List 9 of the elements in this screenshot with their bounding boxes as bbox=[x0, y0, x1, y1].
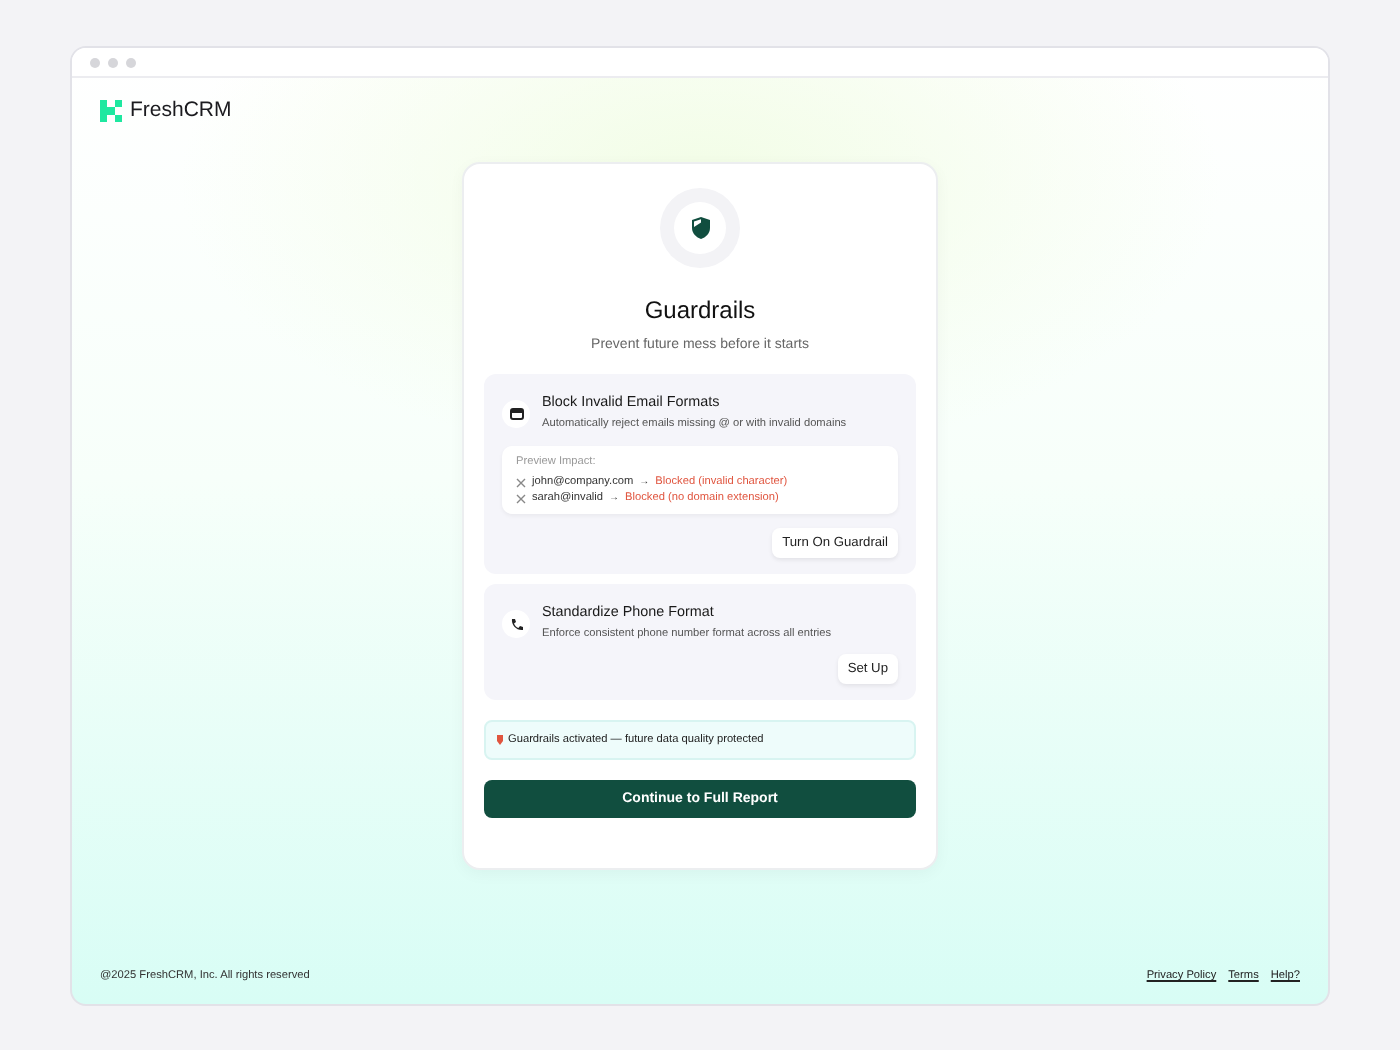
pin-icon bbox=[496, 734, 504, 746]
brand-name: FreshCRM bbox=[130, 98, 232, 122]
shield-icon bbox=[689, 216, 711, 240]
cross-icon bbox=[516, 477, 526, 487]
logo-icon bbox=[100, 99, 122, 121]
card-title: Guardrails bbox=[642, 296, 758, 324]
phone-icon bbox=[509, 617, 523, 631]
cross-icon bbox=[516, 493, 526, 503]
inbox-icon bbox=[509, 408, 523, 420]
